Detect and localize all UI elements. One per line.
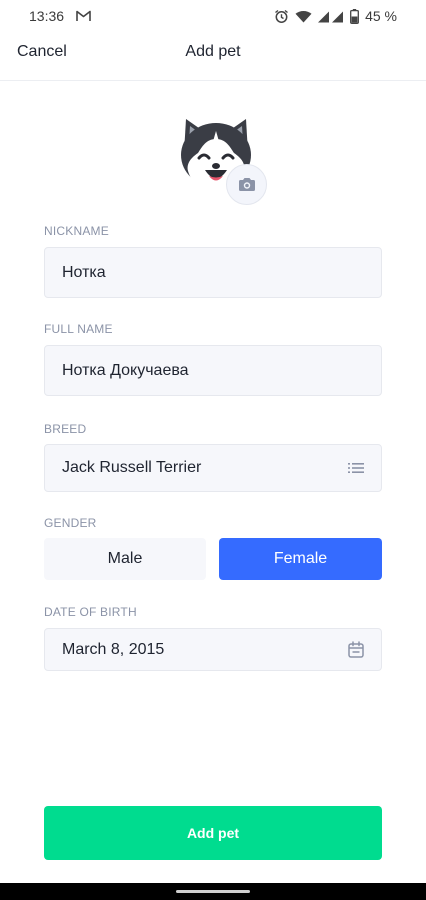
status-bar: 13:36 45 % [0,0,426,32]
breed-label: BREED [44,422,87,436]
nickname-input[interactable] [62,263,364,282]
list-icon [348,462,364,474]
wifi-icon [295,10,312,23]
date-of-birth-label: DATE OF BIRTH [44,605,137,619]
system-nav-bar [0,883,426,900]
gender-male-button[interactable]: Male [44,538,206,580]
calendar-icon[interactable] [348,641,364,658]
battery-icon [350,8,360,24]
date-of-birth-value: March 8, 2015 [62,640,165,658]
full-name-field[interactable] [44,345,382,396]
add-pet-button[interactable]: Add pet [44,806,382,860]
camera-icon [238,178,255,191]
cancel-button[interactable]: Cancel [17,43,67,61]
status-right: 45 % [274,8,397,24]
date-of-birth-field[interactable]: March 8, 2015 [44,628,382,671]
change-photo-button[interactable] [226,164,267,205]
gender-label: GENDER [44,516,97,530]
top-nav: Cancel Add pet [0,32,426,81]
nickname-field[interactable] [44,247,382,298]
alarm-icon [274,9,289,24]
home-gesture-handle[interactable] [176,890,250,893]
status-left: 13:36 [29,8,91,24]
nickname-label: NICKNAME [44,224,109,238]
full-name-input[interactable] [62,361,364,380]
battery-percent: 45 % [365,8,397,24]
gender-female-button[interactable]: Female [219,538,382,580]
full-name-label: FULL NAME [44,322,113,336]
breed-select[interactable]: Jack Russell Terrier [44,444,382,492]
signal-icon [318,10,344,23]
breed-value: Jack Russell Terrier [62,459,202,476]
status-time: 13:36 [29,8,65,24]
gmail-icon [76,10,91,22]
